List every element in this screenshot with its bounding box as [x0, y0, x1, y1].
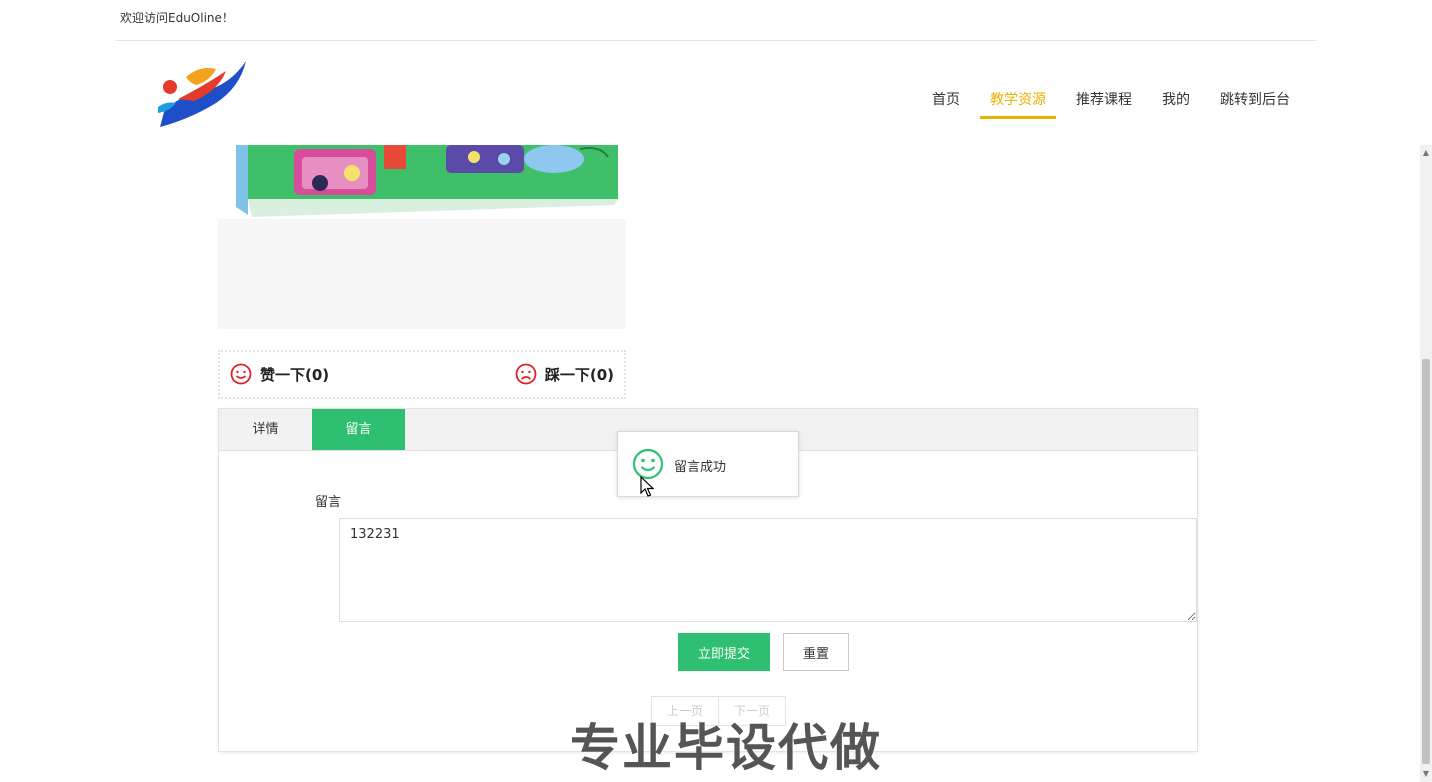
tab-details[interactable]: 详情 — [219, 409, 312, 450]
site-header: 首页 教学资源 推荐课程 我的 跳转到后台 — [0, 41, 1420, 145]
product-image-placeholder — [218, 219, 626, 329]
product-image — [218, 145, 626, 219]
dislike-button[interactable]: 踩一下(0) — [515, 363, 614, 385]
comment-textarea[interactable]: 132231 — [339, 518, 1197, 622]
smile-icon — [230, 363, 252, 385]
scroll-up-icon[interactable]: ▲ — [1420, 147, 1432, 159]
vote-box: 赞一下(0) 踩一下(0) — [218, 350, 626, 399]
dislike-label: 踩一下(0) — [544, 365, 614, 384]
watermark-text: 专业毕设代做 — [570, 719, 882, 777]
like-label: 赞一下(0) — [260, 365, 330, 384]
scroll-thumb[interactable] — [1422, 359, 1430, 764]
main-nav: 首页 教学资源 推荐课程 我的 跳转到后台 — [902, 91, 1290, 119]
frown-icon — [515, 363, 537, 385]
nav-mine[interactable]: 我的 — [1162, 91, 1190, 119]
mouse-cursor-icon — [640, 476, 654, 497]
comment-label: 留言 — [315, 495, 342, 510]
top-bar: 欢迎访问EduOline！ — [116, 0, 1316, 41]
toast-message: 留言成功 — [674, 460, 727, 475]
like-button[interactable]: 赞一下(0) — [230, 363, 329, 385]
submit-button[interactable]: 立即提交 — [678, 633, 770, 671]
nav-recommended-courses[interactable]: 推荐课程 — [1076, 91, 1132, 119]
vertical-scrollbar[interactable]: ▲ ▼ — [1420, 145, 1432, 782]
nav-teaching-resources[interactable]: 教学资源 — [980, 91, 1056, 119]
nav-home[interactable]: 首页 — [932, 91, 960, 119]
tab-comments[interactable]: 留言 — [312, 409, 405, 450]
welcome-text: 欢迎访问EduOline！ — [120, 11, 234, 25]
nav-admin[interactable]: 跳转到后台 — [1220, 91, 1290, 119]
site-logo[interactable] — [156, 57, 250, 129]
scroll-down-icon[interactable]: ▼ — [1420, 768, 1432, 780]
reset-button[interactable]: 重置 — [783, 633, 849, 671]
